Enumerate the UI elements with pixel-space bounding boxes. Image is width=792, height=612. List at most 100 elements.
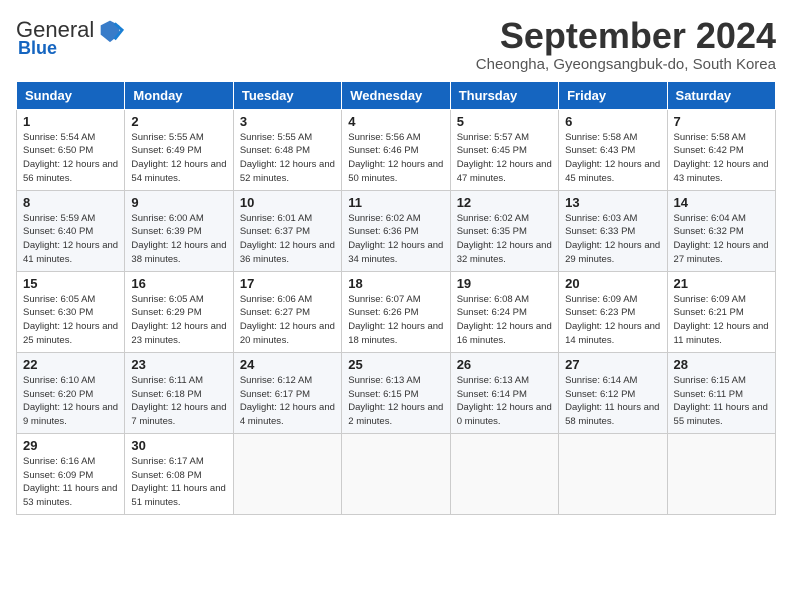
week-row-5: 29 Sunrise: 6:16 AM Sunset: 6:09 PM Dayl…	[17, 433, 776, 514]
day-number: 30	[131, 438, 226, 453]
day-number: 23	[131, 357, 226, 372]
calendar-cell: 11 Sunrise: 6:02 AM Sunset: 6:36 PM Dayl…	[342, 190, 450, 271]
day-number: 5	[457, 114, 552, 129]
day-number: 18	[348, 276, 443, 291]
day-number: 24	[240, 357, 335, 372]
weekday-thursday: Thursday	[450, 81, 558, 109]
month-title: September 2024	[476, 16, 776, 56]
day-detail: Sunrise: 6:07 AM Sunset: 6:26 PM Dayligh…	[348, 293, 443, 348]
day-number: 8	[23, 195, 118, 210]
calendar-cell: 14 Sunrise: 6:04 AM Sunset: 6:32 PM Dayl…	[667, 190, 775, 271]
day-detail: Sunrise: 6:09 AM Sunset: 6:23 PM Dayligh…	[565, 293, 660, 348]
day-detail: Sunrise: 6:03 AM Sunset: 6:33 PM Dayligh…	[565, 212, 660, 267]
calendar-cell	[559, 433, 667, 514]
day-number: 25	[348, 357, 443, 372]
calendar-cell: 22 Sunrise: 6:10 AM Sunset: 6:20 PM Dayl…	[17, 352, 125, 433]
day-detail: Sunrise: 5:59 AM Sunset: 6:40 PM Dayligh…	[23, 212, 118, 267]
day-number: 3	[240, 114, 335, 129]
calendar-cell: 29 Sunrise: 6:16 AM Sunset: 6:09 PM Dayl…	[17, 433, 125, 514]
calendar-cell: 24 Sunrise: 6:12 AM Sunset: 6:17 PM Dayl…	[233, 352, 341, 433]
weekday-saturday: Saturday	[667, 81, 775, 109]
calendar-cell	[450, 433, 558, 514]
calendar-cell: 3 Sunrise: 5:55 AM Sunset: 6:48 PM Dayli…	[233, 109, 341, 190]
calendar-cell: 23 Sunrise: 6:11 AM Sunset: 6:18 PM Dayl…	[125, 352, 233, 433]
day-detail: Sunrise: 5:57 AM Sunset: 6:45 PM Dayligh…	[457, 131, 552, 186]
day-detail: Sunrise: 6:02 AM Sunset: 6:36 PM Dayligh…	[348, 212, 443, 267]
calendar-cell: 20 Sunrise: 6:09 AM Sunset: 6:23 PM Dayl…	[559, 271, 667, 352]
week-row-3: 15 Sunrise: 6:05 AM Sunset: 6:30 PM Dayl…	[17, 271, 776, 352]
day-detail: Sunrise: 6:02 AM Sunset: 6:35 PM Dayligh…	[457, 212, 552, 267]
day-number: 1	[23, 114, 118, 129]
day-detail: Sunrise: 6:14 AM Sunset: 6:12 PM Dayligh…	[565, 374, 660, 429]
day-number: 19	[457, 276, 552, 291]
day-number: 28	[674, 357, 769, 372]
calendar-cell: 9 Sunrise: 6:00 AM Sunset: 6:39 PM Dayli…	[125, 190, 233, 271]
calendar-cell: 19 Sunrise: 6:08 AM Sunset: 6:24 PM Dayl…	[450, 271, 558, 352]
day-number: 11	[348, 195, 443, 210]
calendar-body: 1 Sunrise: 5:54 AM Sunset: 6:50 PM Dayli…	[17, 109, 776, 514]
calendar-cell	[233, 433, 341, 514]
day-detail: Sunrise: 5:58 AM Sunset: 6:43 PM Dayligh…	[565, 131, 660, 186]
day-number: 29	[23, 438, 118, 453]
day-number: 26	[457, 357, 552, 372]
calendar-cell	[342, 433, 450, 514]
calendar-cell	[667, 433, 775, 514]
day-detail: Sunrise: 6:05 AM Sunset: 6:30 PM Dayligh…	[23, 293, 118, 348]
calendar-cell: 12 Sunrise: 6:02 AM Sunset: 6:35 PM Dayl…	[450, 190, 558, 271]
calendar-cell: 5 Sunrise: 5:57 AM Sunset: 6:45 PM Dayli…	[450, 109, 558, 190]
day-number: 7	[674, 114, 769, 129]
weekday-tuesday: Tuesday	[233, 81, 341, 109]
day-number: 12	[457, 195, 552, 210]
week-row-4: 22 Sunrise: 6:10 AM Sunset: 6:20 PM Dayl…	[17, 352, 776, 433]
day-detail: Sunrise: 6:13 AM Sunset: 6:14 PM Dayligh…	[457, 374, 552, 429]
day-detail: Sunrise: 6:16 AM Sunset: 6:09 PM Dayligh…	[23, 455, 118, 510]
day-detail: Sunrise: 6:12 AM Sunset: 6:17 PM Dayligh…	[240, 374, 335, 429]
day-number: 22	[23, 357, 118, 372]
calendar-cell: 25 Sunrise: 6:13 AM Sunset: 6:15 PM Dayl…	[342, 352, 450, 433]
page-header: General Blue September 2024 Cheongha, Gy…	[16, 16, 776, 73]
week-row-1: 1 Sunrise: 5:54 AM Sunset: 6:50 PM Dayli…	[17, 109, 776, 190]
calendar-cell: 16 Sunrise: 6:05 AM Sunset: 6:29 PM Dayl…	[125, 271, 233, 352]
weekday-monday: Monday	[125, 81, 233, 109]
day-number: 20	[565, 276, 660, 291]
day-detail: Sunrise: 5:56 AM Sunset: 6:46 PM Dayligh…	[348, 131, 443, 186]
day-detail: Sunrise: 6:05 AM Sunset: 6:29 PM Dayligh…	[131, 293, 226, 348]
logo-blue-text: Blue	[18, 38, 57, 59]
calendar-cell: 7 Sunrise: 5:58 AM Sunset: 6:42 PM Dayli…	[667, 109, 775, 190]
day-detail: Sunrise: 5:55 AM Sunset: 6:49 PM Dayligh…	[131, 131, 226, 186]
logo-icon	[96, 16, 124, 44]
calendar-cell: 17 Sunrise: 6:06 AM Sunset: 6:27 PM Dayl…	[233, 271, 341, 352]
day-number: 2	[131, 114, 226, 129]
day-number: 27	[565, 357, 660, 372]
calendar-cell: 1 Sunrise: 5:54 AM Sunset: 6:50 PM Dayli…	[17, 109, 125, 190]
title-block: September 2024 Cheongha, Gyeongsangbuk-d…	[476, 16, 776, 73]
day-detail: Sunrise: 5:55 AM Sunset: 6:48 PM Dayligh…	[240, 131, 335, 186]
day-detail: Sunrise: 6:09 AM Sunset: 6:21 PM Dayligh…	[674, 293, 769, 348]
day-detail: Sunrise: 6:04 AM Sunset: 6:32 PM Dayligh…	[674, 212, 769, 267]
logo: General Blue	[16, 16, 124, 59]
calendar-cell: 27 Sunrise: 6:14 AM Sunset: 6:12 PM Dayl…	[559, 352, 667, 433]
day-detail: Sunrise: 6:17 AM Sunset: 6:08 PM Dayligh…	[131, 455, 226, 510]
calendar-cell: 8 Sunrise: 5:59 AM Sunset: 6:40 PM Dayli…	[17, 190, 125, 271]
calendar-cell: 13 Sunrise: 6:03 AM Sunset: 6:33 PM Dayl…	[559, 190, 667, 271]
day-number: 10	[240, 195, 335, 210]
calendar-cell: 28 Sunrise: 6:15 AM Sunset: 6:11 PM Dayl…	[667, 352, 775, 433]
day-detail: Sunrise: 6:13 AM Sunset: 6:15 PM Dayligh…	[348, 374, 443, 429]
day-number: 21	[674, 276, 769, 291]
day-detail: Sunrise: 6:00 AM Sunset: 6:39 PM Dayligh…	[131, 212, 226, 267]
weekday-friday: Friday	[559, 81, 667, 109]
location-subtitle: Cheongha, Gyeongsangbuk-do, South Korea	[476, 56, 776, 73]
day-detail: Sunrise: 6:06 AM Sunset: 6:27 PM Dayligh…	[240, 293, 335, 348]
calendar-cell: 6 Sunrise: 5:58 AM Sunset: 6:43 PM Dayli…	[559, 109, 667, 190]
calendar-table: SundayMondayTuesdayWednesdayThursdayFrid…	[16, 81, 776, 515]
day-number: 6	[565, 114, 660, 129]
day-number: 14	[674, 195, 769, 210]
weekday-wednesday: Wednesday	[342, 81, 450, 109]
weekday-header-row: SundayMondayTuesdayWednesdayThursdayFrid…	[17, 81, 776, 109]
day-number: 15	[23, 276, 118, 291]
day-number: 4	[348, 114, 443, 129]
calendar-cell: 10 Sunrise: 6:01 AM Sunset: 6:37 PM Dayl…	[233, 190, 341, 271]
calendar-cell: 21 Sunrise: 6:09 AM Sunset: 6:21 PM Dayl…	[667, 271, 775, 352]
day-detail: Sunrise: 6:01 AM Sunset: 6:37 PM Dayligh…	[240, 212, 335, 267]
day-number: 16	[131, 276, 226, 291]
